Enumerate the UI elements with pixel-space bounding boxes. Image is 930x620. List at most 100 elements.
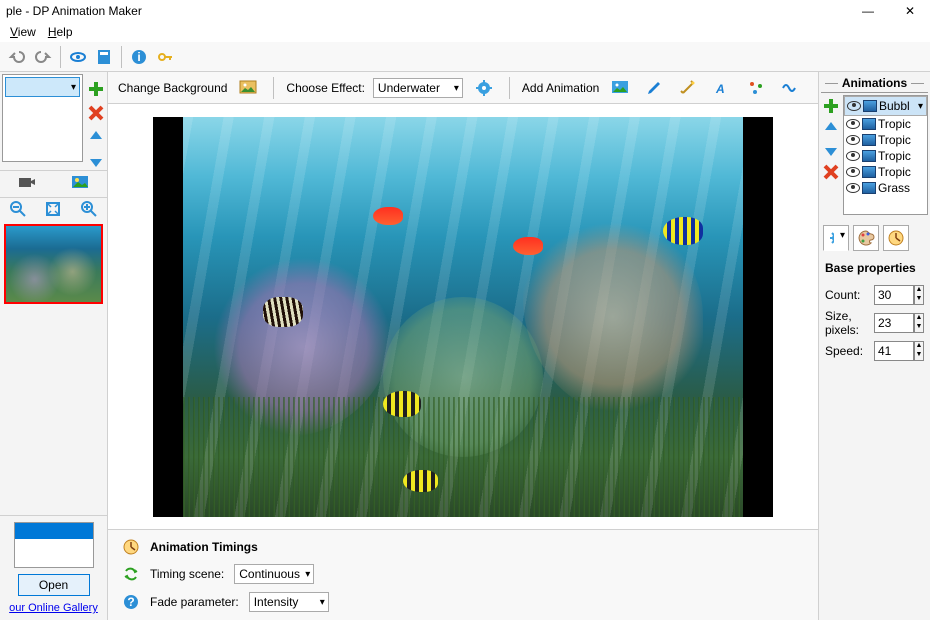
animation-type-icon <box>863 100 877 112</box>
fish-sprite <box>663 217 703 245</box>
close-button[interactable]: ✕ <box>896 1 924 21</box>
base-properties-tab[interactable] <box>823 225 849 251</box>
animation-row[interactable]: Tropic <box>844 164 927 180</box>
delete-animation-icon[interactable] <box>822 163 840 181</box>
animation-row[interactable]: Tropic <box>844 132 927 148</box>
change-background-label: Change Background <box>118 81 227 95</box>
list-item <box>15 539 93 555</box>
effect-select[interactable]: Underwater <box>373 78 463 98</box>
zoom-fit-icon[interactable] <box>44 200 62 218</box>
count-spinner[interactable]: ▲▼ <box>914 285 924 305</box>
speed-spinner[interactable]: ▲▼ <box>914 341 924 361</box>
animation-row[interactable]: Grass <box>844 180 927 196</box>
canvas-area <box>108 104 818 529</box>
visibility-icon[interactable] <box>846 167 860 177</box>
change-background-button[interactable] <box>236 76 260 100</box>
wand-tool-icon[interactable] <box>676 76 700 100</box>
animation-type-icon <box>862 150 876 162</box>
animation-up-icon[interactable] <box>822 119 840 137</box>
animation-row[interactable]: Tropic <box>844 116 927 132</box>
visibility-icon[interactable] <box>846 151 860 161</box>
info-button[interactable]: i <box>127 45 151 69</box>
visibility-icon[interactable] <box>846 135 860 145</box>
menu-help[interactable]: Help <box>48 25 73 39</box>
redo-button[interactable] <box>31 45 55 69</box>
zoom-out-icon[interactable] <box>9 200 27 218</box>
size-spinner[interactable]: ▲▼ <box>914 313 924 333</box>
separator <box>121 46 122 68</box>
animation-label: Tropic <box>878 165 911 179</box>
scene-list[interactable] <box>2 74 83 162</box>
scene-toolbar: Change Background Choose Effect: Underwa… <box>108 72 818 104</box>
key-button[interactable] <box>153 45 177 69</box>
fish-sprite <box>383 391 421 417</box>
animation-type-icon <box>862 182 876 194</box>
animation-row[interactable]: Bubbl <box>844 96 927 116</box>
online-gallery-link[interactable]: our Online Gallery <box>9 602 98 614</box>
visibility-icon[interactable] <box>846 183 860 193</box>
size-input[interactable]: 23 <box>874 313 914 333</box>
preview-button[interactable] <box>66 45 90 69</box>
fish-sprite <box>513 237 543 255</box>
scene-thumb[interactable] <box>5 77 80 97</box>
menu-view[interactable]: View <box>10 25 36 39</box>
visibility-icon[interactable] <box>847 101 861 111</box>
text-tool-icon[interactable]: A <box>710 76 734 100</box>
zoom-in-icon[interactable] <box>80 200 98 218</box>
count-label: Count: <box>825 288 860 302</box>
fade-parameter-label: Fade parameter: <box>150 595 239 609</box>
preview-thumb[interactable] <box>4 224 103 304</box>
fish-sprite <box>263 297 303 327</box>
add-scene-icon[interactable] <box>87 80 105 98</box>
brush-tool-icon[interactable] <box>642 76 666 100</box>
animation-label: Tropic <box>878 133 911 147</box>
separator <box>509 77 510 99</box>
animation-down-icon[interactable] <box>822 141 840 159</box>
count-input[interactable]: 30 <box>874 285 914 305</box>
svg-text:A: A <box>715 82 725 96</box>
open-button[interactable]: Open <box>18 574 90 596</box>
camera-icon[interactable] <box>18 175 36 193</box>
animation-row[interactable]: Tropic <box>844 148 927 164</box>
speed-input[interactable]: 41 <box>874 341 914 361</box>
fish-sprite <box>373 207 403 225</box>
list-item[interactable] <box>15 523 93 539</box>
help-icon[interactable]: ? <box>122 593 140 611</box>
animation-label: Tropic <box>878 149 911 163</box>
effect-settings-button[interactable] <box>472 76 496 100</box>
particle-tool-icon[interactable] <box>744 76 768 100</box>
timings-title: Animation Timings <box>150 540 258 554</box>
choose-effect-label: Choose Effect: <box>286 81 365 95</box>
svg-text:?: ? <box>127 595 134 609</box>
wave-tool-icon[interactable] <box>778 76 802 100</box>
delete-scene-icon[interactable] <box>87 104 105 122</box>
image-icon[interactable] <box>71 175 89 193</box>
visibility-icon[interactable] <box>846 119 860 129</box>
export-button[interactable] <box>92 45 116 69</box>
window-title: ple - DP Animation Maker <box>6 4 854 18</box>
project-list[interactable] <box>14 522 94 568</box>
separator <box>60 46 61 68</box>
left-panel: Open our Online Gallery <box>0 72 108 620</box>
animations-list[interactable]: Bubbl Tropic Tropic Tropic Tropic Grass <box>843 95 928 215</box>
main-toolbar: i <box>0 42 930 72</box>
size-label: Size, pixels: <box>825 309 868 337</box>
timing-scene-select[interactable]: Continuous <box>234 564 314 584</box>
timing-properties-tab[interactable] <box>883 225 909 251</box>
properties-title: Base properties <box>825 261 924 275</box>
timing-scene-label: Timing scene: <box>150 567 224 581</box>
scene-render[interactable] <box>183 117 743 517</box>
add-animation-icon[interactable] <box>822 97 840 115</box>
add-image-animation-icon[interactable] <box>608 76 632 100</box>
property-tabs <box>823 225 926 251</box>
fade-parameter-select[interactable]: Intensity <box>249 592 329 612</box>
canvas <box>153 117 773 517</box>
undo-button[interactable] <box>5 45 29 69</box>
minimize-button[interactable]: — <box>854 1 882 21</box>
scene-up-icon[interactable] <box>87 128 105 146</box>
animation-label: Tropic <box>878 117 911 131</box>
animation-label: Grass <box>878 181 910 195</box>
scene-down-icon[interactable] <box>87 152 105 170</box>
clock-icon <box>122 538 140 556</box>
color-properties-tab[interactable] <box>853 225 879 251</box>
